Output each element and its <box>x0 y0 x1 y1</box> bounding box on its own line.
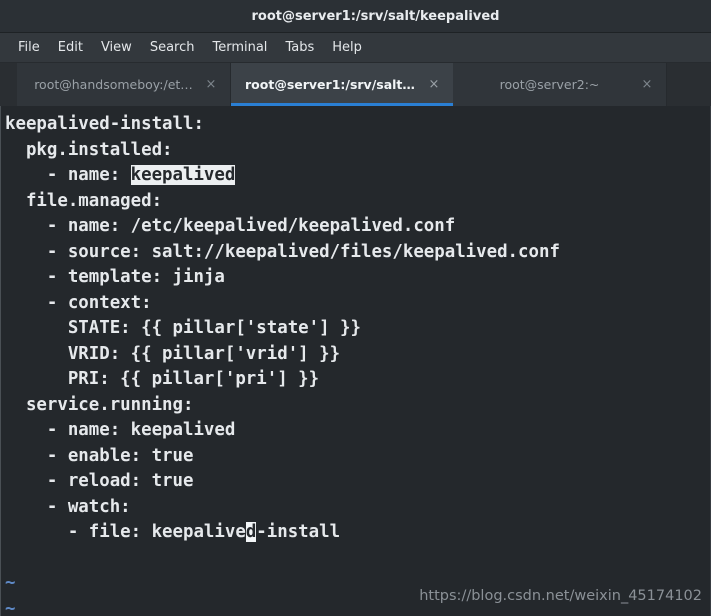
terminal-line: - name: /etc/keepalived/keepalived.conf <box>5 214 710 240</box>
text-cursor: d <box>245 522 257 542</box>
menu-item-search[interactable]: Search <box>141 37 204 58</box>
terminal-line: - file: keepalived-install <box>5 520 710 546</box>
terminal-text: - context: <box>5 292 152 313</box>
terminal-line: - source: salt://keepalived/files/keepal… <box>5 240 710 266</box>
window-title: root@server1:/srv/salt/keepalived <box>251 8 500 24</box>
terminal-text: service.running: <box>5 394 194 415</box>
menu-item-help[interactable]: Help <box>323 37 371 58</box>
title-bar: root@server1:/srv/salt/keepalived <box>0 0 711 33</box>
terminal-text: pkg.installed: <box>5 139 173 160</box>
terminal-line: - name: keepalived <box>5 418 710 444</box>
terminal-line: - template: jinja <box>5 265 710 291</box>
terminal-line: - enable: true <box>5 444 710 470</box>
menu-item-file[interactable]: File <box>9 37 49 58</box>
terminal-line: - name: keepalived <box>5 163 710 189</box>
terminal-line: keepalived-install: <box>5 112 710 138</box>
tab-label: root@server1:/srv/salt/… <box>245 77 419 92</box>
tab-label: root@handsomeboy:/et… <box>34 77 193 92</box>
menu-item-edit[interactable]: Edit <box>49 37 92 58</box>
tab-server2[interactable]: root@server2:~ × <box>453 63 667 106</box>
terminal-line: service.running: <box>5 393 710 419</box>
terminal-text: - enable: true <box>5 445 194 466</box>
terminal-line: VRID: {{ pillar['vrid'] }} <box>5 342 710 368</box>
terminal-content[interactable]: keepalived-install: pkg.installed: - nam… <box>0 106 711 616</box>
terminal-text: -install <box>256 522 341 542</box>
terminal-text: - source: salt://keepalived/files/keepal… <box>5 241 560 262</box>
terminal-text: - name: <box>5 165 131 185</box>
terminal-line: - watch: <box>5 495 710 521</box>
terminal-line: pkg.installed: <box>5 138 710 164</box>
menu-bar: File Edit View Search Terminal Tabs Help <box>0 33 711 63</box>
search-match-highlight: keepalived <box>130 165 236 185</box>
terminal-text: STATE: {{ pillar['state'] }} <box>5 318 361 338</box>
vim-empty-line-marker: ~ <box>5 598 16 616</box>
close-icon[interactable]: × <box>202 78 220 91</box>
terminal-line: ~ <box>5 571 710 597</box>
terminal-line: - reload: true <box>5 469 710 495</box>
menu-item-view[interactable]: View <box>92 37 141 58</box>
menu-item-terminal[interactable]: Terminal <box>203 37 276 58</box>
terminal-line: file.managed: <box>5 189 710 215</box>
terminal-text: - template: jinja <box>5 267 225 287</box>
terminal-line: PRI: {{ pillar['pri'] }} <box>5 367 710 393</box>
terminal-text: - name: /etc/keepalived/keepalived.conf <box>5 216 456 236</box>
terminal-line: - context: <box>5 291 710 317</box>
terminal-line: STATE: {{ pillar['state'] }} <box>5 316 710 342</box>
tab-bar: root@handsomeboy:/et… × root@server1:/sr… <box>0 63 711 106</box>
close-icon[interactable]: × <box>638 78 656 91</box>
terminal-text-buffer[interactable]: keepalived-install: pkg.installed: - nam… <box>1 106 710 616</box>
terminal-line <box>5 546 710 572</box>
close-icon[interactable]: × <box>425 78 443 91</box>
terminal-text: keepalived-install: <box>5 114 204 134</box>
tab-label: root@server2:~ <box>499 77 600 92</box>
terminal-text: - name: keepalived <box>5 420 236 440</box>
terminal-text: PRI: {{ pillar['pri'] }} <box>5 369 320 389</box>
terminal-text: - file: keepalive <box>5 522 246 542</box>
tab-handsomeboy[interactable]: root@handsomeboy:/et… × <box>17 63 231 106</box>
vim-empty-line-marker: ~ <box>5 573 16 593</box>
tab-server1[interactable]: root@server1:/srv/salt/… × <box>231 63 453 106</box>
menu-item-tabs[interactable]: Tabs <box>276 37 323 58</box>
terminal-text: - watch: <box>5 496 131 517</box>
terminal-line: ~ <box>5 597 710 616</box>
terminal-window: root@server1:/srv/salt/keepalived File E… <box>0 0 711 616</box>
terminal-text: - reload: true <box>5 471 194 491</box>
terminal-text: VRID: {{ pillar['vrid'] }} <box>5 343 341 364</box>
terminal-text: file.managed: <box>5 190 163 211</box>
